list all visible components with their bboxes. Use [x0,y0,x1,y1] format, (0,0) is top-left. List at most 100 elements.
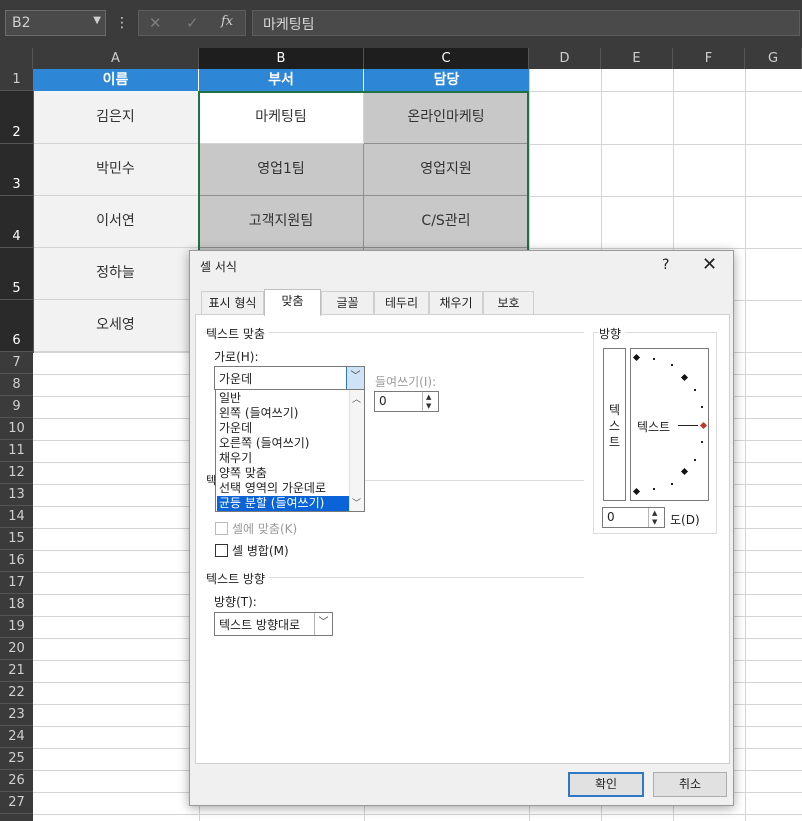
degrees-stepper[interactable]: 0 ▲ ▼ [602,507,665,528]
vertical-text-button[interactable]: 텍 스 트 [603,348,626,501]
row-header-19[interactable]: 19 [0,616,33,638]
text-direction-select[interactable]: 텍스트 방향대로 ﹀ [214,612,333,636]
row-header-2[interactable]: 2 [0,91,33,144]
tab-number[interactable]: 표시 형식 [201,291,264,314]
column-header-d[interactable]: D [529,48,601,69]
chevron-down-icon[interactable]: ﹀ [314,613,332,635]
table-cell[interactable]: 영업1팀 [199,144,364,196]
chevron-down-icon[interactable]: ﹀ [346,367,364,389]
header-cell-dept[interactable]: 부서 [199,69,364,91]
table-cell[interactable]: 온라인마케팅 [364,91,529,144]
table-cell[interactable]: 고객지원팀 [199,196,364,248]
row-header-6[interactable]: 6 [0,300,33,352]
list-item[interactable]: 일반 [217,391,351,406]
header-cell-name[interactable]: 이름 [33,69,199,91]
row-header-16[interactable]: 16 [0,550,33,572]
ok-button[interactable]: 확인 [568,772,644,797]
list-item[interactable]: 채우기 [217,451,351,466]
table-cell[interactable]: 박민수 [33,144,199,196]
column-header-g[interactable]: G [745,48,802,69]
tab-border[interactable]: 테두리 [374,291,429,314]
row-header-11[interactable]: 11 [0,440,33,462]
row-header-20[interactable]: 20 [0,638,33,660]
row-header-17[interactable]: 17 [0,572,33,594]
merge-cells-checkbox[interactable] [215,544,228,557]
row-header-24[interactable]: 24 [0,726,33,748]
row-header-1[interactable]: 1 [0,69,33,91]
up-arrow-icon[interactable]: ▲ [426,393,431,401]
gridline [745,69,746,821]
row-header-28[interactable] [0,814,33,821]
row-header-15[interactable]: 15 [0,528,33,550]
table-cell[interactable]: 오세영 [33,300,199,352]
column-header-f[interactable]: F [673,48,745,69]
orientation-dial[interactable]: 텍스트 [630,348,709,501]
row-header-23[interactable]: 23 [0,704,33,726]
chevron-down-icon[interactable]: ▼ [93,15,101,26]
list-item[interactable]: 가운데 [217,421,351,436]
spin-buttons[interactable]: ▲ ▼ [648,508,664,527]
row-header-21[interactable]: 21 [0,660,33,682]
horizontal-select[interactable]: 가운데 ﹀ [214,366,365,390]
tab-font[interactable]: 글꼴 [321,291,374,314]
table-cell[interactable]: 정하늘 [33,248,199,300]
row-header-3[interactable]: 3 [0,144,33,196]
close-icon[interactable]: ✕ [702,254,717,275]
shrink-to-fit-checkbox[interactable] [215,522,228,535]
list-item[interactable]: 양쪽 맞춤 [217,466,351,481]
dial-handle[interactable] [699,421,708,430]
row-header-4[interactable]: 4 [0,196,33,248]
horizontal-options-list[interactable]: 일반 왼쪽 (들여쓰기) 가운데 오른쪽 (들여쓰기) 채우기 양쪽 맞춤 선택… [215,389,365,512]
cancel-icon[interactable]: ✕ [149,14,162,32]
up-arrow-icon[interactable]: ▲ [652,509,657,517]
scroll-down-icon[interactable]: ﹀ [352,496,361,509]
down-arrow-icon[interactable]: ▼ [652,518,657,526]
table-cell[interactable]: 이서연 [33,196,199,248]
indent-stepper[interactable]: 0 ▲ ▼ [374,391,439,412]
list-item-selected[interactable]: 균등 분할 (들여쓰기) [217,496,351,511]
row-header-18[interactable]: 18 [0,594,33,616]
tab-protection[interactable]: 보호 [483,291,534,314]
more-options-icon[interactable]: ⋮ [114,10,130,36]
insert-function-icon[interactable]: fx [221,14,233,29]
row-header-10[interactable]: 10 [0,418,33,440]
down-arrow-icon[interactable]: ▼ [426,402,431,410]
spin-buttons[interactable]: ▲ ▼ [422,392,438,411]
row-header-8[interactable]: 8 [0,374,33,396]
tab-fill[interactable]: 채우기 [429,291,483,314]
row-header-27[interactable]: 27 [0,792,33,814]
table-cell[interactable]: C/S관리 [364,196,529,248]
table-cell[interactable]: 영업지원 [364,144,529,196]
table-cell[interactable]: 김은지 [33,91,199,144]
column-header-e[interactable]: E [601,48,673,69]
name-box[interactable]: B2 ▼ [5,10,106,36]
row-header-22[interactable]: 22 [0,682,33,704]
enter-icon[interactable]: ✓ [186,14,199,32]
column-header-b[interactable]: B [199,48,364,69]
dial-dot [671,364,673,366]
row-header-5[interactable]: 5 [0,248,33,300]
degrees-label: 도(D) [670,513,700,527]
list-item[interactable]: 왼쪽 (들여쓰기) [217,406,351,421]
column-header-c[interactable]: C [364,48,529,69]
row-header-7[interactable]: 7 [0,352,33,374]
column-header-a[interactable]: A [33,48,199,69]
row-header-12[interactable]: 12 [0,462,33,484]
row-header-9[interactable]: 9 [0,396,33,418]
scroll-up-icon[interactable]: ︿ [352,392,361,405]
help-icon[interactable]: ? [662,257,669,273]
tab-alignment[interactable]: 맞춤 [264,289,321,316]
row-header-25[interactable]: 25 [0,748,33,770]
scrollbar[interactable]: ︿ ﹀ [349,390,364,511]
cancel-button[interactable]: 취소 [653,772,727,797]
active-cell[interactable]: 마케팅팀 [199,91,364,144]
vertical-text-char: 트 [609,435,621,449]
row-header-14[interactable]: 14 [0,506,33,528]
formula-input[interactable]: 마케팅팀 [252,10,800,36]
list-item[interactable]: 선택 영역의 가운데로 [217,481,351,496]
header-cell-role[interactable]: 담당 [364,69,529,91]
list-item[interactable]: 오른쪽 (들여쓰기) [217,436,351,451]
row-header-26[interactable]: 26 [0,770,33,792]
select-all-corner[interactable] [0,48,33,69]
row-header-13[interactable]: 13 [0,484,33,506]
